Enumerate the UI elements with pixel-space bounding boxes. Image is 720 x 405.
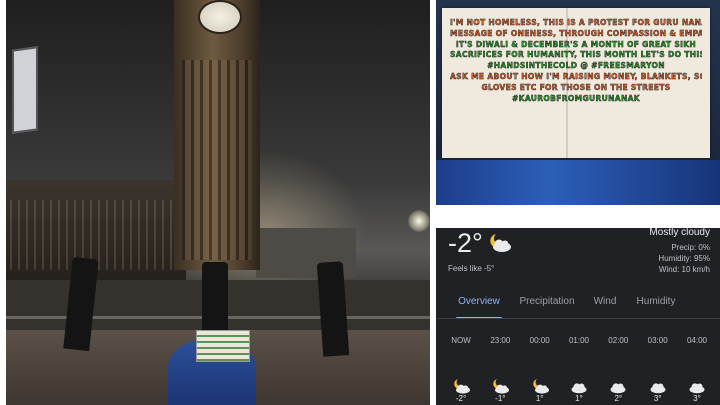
tab-wind[interactable]: Wind [590, 292, 620, 314]
weather-widget: -2° Feels like -5° Mostly cloudy Precip:… [436, 228, 720, 405]
sign-line: sacrifices for humanity, this month let'… [450, 50, 702, 60]
hour-temp: -1° [495, 394, 506, 403]
hour-time: 03:00 [647, 336, 668, 345]
weather-stats: Precip: 0% Humidity: 95% Wind: 10 km/h [658, 242, 710, 275]
bollard [202, 262, 228, 332]
sign-photo: I'm not homeless, this is a protest for … [436, 0, 720, 205]
cloud-icon [648, 378, 668, 394]
hour-time: 23:00 [490, 336, 511, 345]
big-ben-photo [6, 0, 430, 405]
tab-precipitation[interactable]: Precipitation [516, 292, 578, 314]
sign-line: #Handsinthecold @ #freesmaryon [487, 61, 665, 71]
sign-line: message of oneness, through compassion &… [450, 28, 702, 38]
tab-humidity[interactable]: Humidity [632, 292, 680, 314]
moon-cloud-icon [490, 378, 510, 394]
moon-cloud-icon [451, 378, 471, 394]
sign-line: Ask me about how I'm raising money, blan… [450, 71, 702, 81]
cloud-icon [569, 378, 589, 394]
current-temperature: -2° [448, 228, 483, 258]
sign-line: #Kaurobfromgurunanak [512, 93, 640, 103]
hour-column: 00:00 1° [521, 336, 559, 403]
moon-cloud-icon [486, 232, 512, 257]
street-lamp [408, 210, 430, 232]
hour-time: 00:00 [529, 336, 550, 345]
cloud-icon [687, 378, 707, 394]
hour-temp: 2° [614, 394, 623, 403]
hour-temp: 1° [575, 394, 583, 403]
hour-column: 23:00 -1° [481, 336, 519, 403]
hour-temp: 3° [653, 394, 662, 403]
weather-tabs: Overview Precipitation Wind Humidity [436, 292, 720, 319]
hourly-forecast: NOW -2° 23:00 -1° 00:00 1° 01:00 1° 02:00 2° 03:00… [442, 336, 716, 403]
hour-time: 02:00 [608, 336, 629, 345]
blue-blanket [436, 160, 720, 205]
sign-line: It's Diwali & December's a month of grea… [455, 39, 697, 49]
hour-temp: 3° [693, 394, 701, 403]
moon-cloud-icon [530, 378, 550, 394]
hour-time: 04:00 [686, 336, 707, 345]
sign-line: I'm not homeless, this is a protest for … [450, 18, 702, 27]
hour-column: 04:00 3° [678, 336, 716, 403]
hour-time: NOW [451, 336, 471, 345]
hour-column: 01:00 1° [560, 336, 598, 403]
sign-line: gloves etc for those on the streets [481, 82, 671, 92]
tab-overview[interactable]: Overview [456, 292, 502, 319]
hour-column: 03:00 3° [639, 336, 677, 403]
wind: Wind: 10 km/h [658, 265, 710, 274]
clock-face [198, 0, 242, 34]
road-sign [12, 46, 38, 134]
cardboard-sign: I'm not homeless, this is a protest for … [442, 8, 710, 158]
humidity: Humidity: 95% [658, 254, 710, 263]
hour-temp: -2° [455, 394, 467, 403]
protest-sign-small [196, 330, 250, 362]
hour-time: 01:00 [568, 336, 589, 345]
feels-like: Feels like -5° [448, 264, 495, 273]
tab-divider [436, 318, 720, 319]
clock-tower [174, 0, 260, 270]
hour-column: 02:00 2° [599, 336, 637, 403]
hour-column: NOW -2° [442, 336, 480, 403]
sign-text: I'm not homeless, this is a protest for … [450, 18, 702, 104]
precip: Precip: 0% [671, 243, 710, 252]
cloud-icon [608, 378, 628, 394]
condition: Mostly cloudy [649, 228, 710, 238]
hour-temp: 1° [535, 394, 544, 403]
